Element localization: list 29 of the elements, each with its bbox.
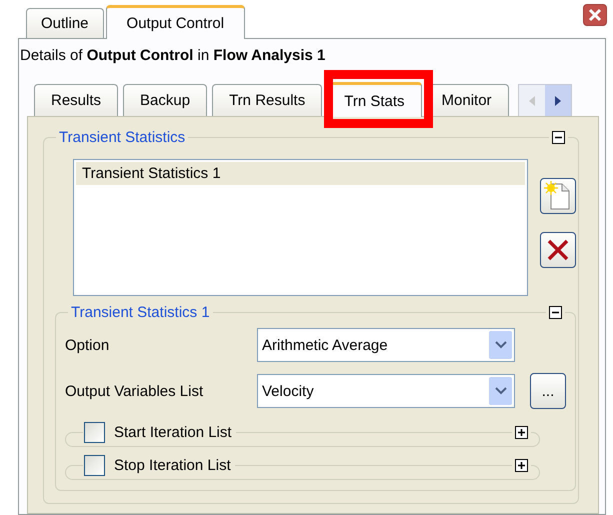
- new-document-icon: [544, 181, 572, 211]
- collapse-icon[interactable]: [552, 131, 565, 144]
- tab[interactable]: Results: [34, 84, 118, 116]
- collapse-icon[interactable]: [549, 306, 562, 319]
- field-label: Output Variables List: [65, 382, 204, 400]
- scroll-right-button[interactable]: [544, 85, 571, 116]
- checkbox-label: Start Iteration List: [114, 424, 232, 440]
- field-label: Option: [65, 336, 110, 354]
- expand-icon[interactable]: [515, 458, 528, 472]
- tab[interactable]: Output Control: [106, 5, 246, 39]
- close-icon: [588, 8, 602, 22]
- dropdown[interactable]: Arithmetic Average: [257, 328, 515, 362]
- new-button[interactable]: [540, 178, 576, 214]
- tab[interactable]: Trn Results: [212, 84, 322, 116]
- browse-button[interactable]: ...: [530, 373, 566, 409]
- dropdown[interactable]: Velocity: [257, 374, 515, 408]
- left-arrow-icon: [528, 96, 535, 106]
- delete-button[interactable]: [540, 232, 576, 268]
- right-arrow-icon: [554, 96, 561, 106]
- checkbox-label: Stop Iteration List: [114, 456, 231, 474]
- close-button[interactable]: [583, 4, 607, 26]
- delete-icon: [546, 238, 570, 262]
- tab[interactable]: Outline: [26, 8, 104, 38]
- checkbox[interactable]: [84, 454, 105, 476]
- checkbox[interactable]: [84, 422, 105, 442]
- details-heading: Details of Output Control in Flow Analysis 1: [19, 46, 326, 66]
- tab[interactable]: Backup: [123, 84, 208, 116]
- expand-icon[interactable]: [515, 426, 528, 438]
- list-item[interactable]: Transient Statistics 1: [76, 162, 525, 185]
